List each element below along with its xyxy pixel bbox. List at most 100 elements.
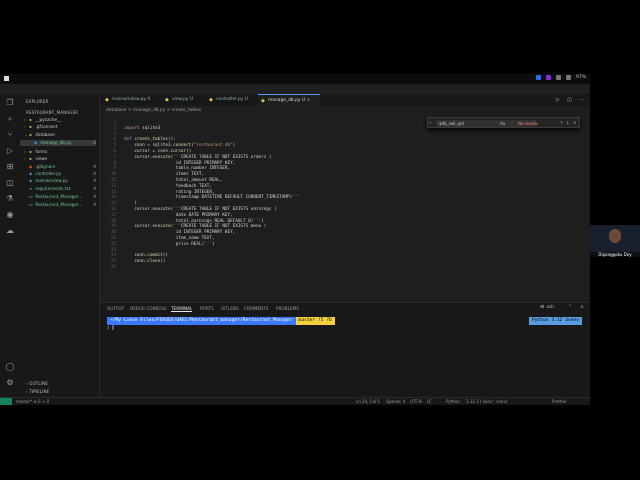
terminal-prompt: ~/My Linux Files/FOSSEE/OAEC/Restaurant_…: [107, 317, 335, 325]
code-line[interactable]: timestamp DATETIME DEFAULT CURRENT_TIMES…: [124, 195, 300, 201]
extensions-icon[interactable]: ⊞: [5, 162, 15, 172]
bottom-panel: OUTPUT DEBUG CONSOLE TERMINAL PORTS GITL…: [100, 302, 590, 397]
code-line[interactable]: conn.close(): [124, 259, 165, 265]
docker-icon[interactable]: ☁: [5, 226, 15, 236]
app-icon[interactable]: [545, 75, 551, 80]
tab-controller[interactable]: ◆ controller.py U: [206, 94, 256, 106]
code-line[interactable]: price REAL)'''): [124, 242, 215, 248]
match-case-toggle[interactable]: Aa: [500, 121, 505, 126]
status-interpreter[interactable]: 3.12.3 ('venv': venv): [466, 398, 507, 405]
tab-comments[interactable]: COMMENTS: [244, 306, 268, 311]
search-icon[interactable]: ⌕: [5, 114, 15, 124]
tree-item-active[interactable]: ◆ manage_db.py U: [20, 140, 96, 146]
file-icon: ▭: [29, 202, 33, 207]
folder-icon: ▪: [29, 156, 32, 161]
run-icon[interactable]: ▷: [556, 97, 560, 103]
file-icon: ▭: [29, 194, 33, 199]
source-control-icon[interactable]: ⑂: [5, 130, 15, 140]
status-prettier[interactable]: Prettier: [552, 398, 567, 405]
tab-view[interactable]: ◆ view.py U: [162, 94, 202, 106]
presenter-name: Dipanggoku Dey: [590, 252, 640, 257]
project-root[interactable]: RESTAURANT_MANAGER: [26, 110, 78, 115]
tab-output[interactable]: OUTPUT: [107, 306, 124, 311]
close-icon[interactable]: ×: [307, 98, 311, 103]
tab-gitlens[interactable]: GITLENS: [221, 306, 239, 311]
remote-icon[interactable]: ◫: [5, 178, 15, 188]
tab-manage-db[interactable]: ◆ manage_db.py U ×: [258, 94, 320, 106]
os-menu-icon[interactable]: [4, 76, 9, 81]
battery-level: 97%: [575, 75, 586, 80]
remote-indicator[interactable]: [0, 398, 12, 405]
status-encoding[interactable]: UTF-8: [410, 398, 422, 405]
tab-terminal[interactable]: TERMINAL: [171, 306, 193, 312]
find-result: No results: [518, 121, 539, 126]
status-bar: master* ⊗ 0 ⚠ 0 Ln 24, Col 5 Spaces: 4 U…: [0, 397, 590, 405]
status-eol[interactable]: LF: [427, 398, 432, 405]
folder-icon: ▪: [29, 117, 32, 122]
app-icon[interactable]: [535, 75, 541, 80]
gear-icon[interactable]: ⚙: [5, 378, 15, 388]
close-icon[interactable]: ×: [580, 305, 584, 310]
timeline-section[interactable]: › TIMELINE: [26, 389, 49, 394]
gitlens-icon[interactable]: ◉: [5, 210, 15, 220]
prompt-venv: Python 3.12 3venv: [528, 317, 582, 325]
status-branch[interactable]: master* ⊗ 0 ⚠ 0: [16, 398, 49, 405]
sidebar-title: EXPLORER: [26, 99, 49, 104]
tree-item[interactable]: ◆ .gitignore A: [29, 164, 96, 170]
close-icon[interactable]: ×: [573, 120, 576, 125]
new-terminal-icon[interactable]: ⊞: [540, 305, 544, 310]
tab-problems[interactable]: PROBLEMS: [276, 306, 299, 311]
presenter-avatar: [609, 229, 621, 243]
tree-item[interactable]: ▭ Restaurant_Manager... A: [29, 194, 96, 200]
python-file-icon: ◆: [105, 97, 109, 103]
status-position[interactable]: Ln 24, Col 5: [356, 398, 380, 405]
tree-item[interactable]: ⌄▪ database: [24, 132, 96, 138]
split-editor-icon[interactable]: ◫: [567, 97, 572, 103]
run-debug-icon[interactable]: ▷: [5, 146, 15, 156]
terminal-shell-name[interactable]: zsh: [546, 305, 554, 310]
webcam-overlay: Dipanggoku Dey: [590, 225, 640, 257]
tree-item[interactable]: ◆ mainwindow.py A: [29, 178, 96, 184]
tree-item[interactable]: › ▪ __pycache__: [24, 117, 96, 123]
os-top-bar: 97%: [0, 74, 590, 84]
wifi-icon[interactable]: [555, 75, 561, 80]
maximize-panel-icon[interactable]: ⌃: [568, 305, 572, 310]
tree-item[interactable]: › ▪ forms: [24, 149, 96, 155]
text-file-icon: ≡: [29, 186, 33, 191]
code-line[interactable]: import sqlite3: [124, 126, 160, 132]
arrow-up-icon[interactable]: ↑: [560, 120, 563, 125]
python-file-icon: ◆: [29, 171, 33, 176]
python-file-icon: ◆: [165, 97, 169, 103]
gitignore-icon: ◆: [29, 164, 33, 169]
explorer-icon[interactable]: ❐: [5, 98, 15, 108]
activity-bar: ❐ ⌕ ⑂ ▷ ⊞ ◫ ⚗ ◉ ☁ ◯ ⚙: [0, 94, 20, 397]
tab-ports[interactable]: PORTS: [200, 306, 214, 311]
python-file-icon: ◆: [34, 140, 38, 145]
tree-item[interactable]: ▭ Restaurant_Manager... A: [29, 202, 96, 208]
editor-tabs: ◆ mainwindow.py A ◆ view.py U ◆ controller.…: [100, 94, 590, 106]
chevron-right-icon[interactable]: ›: [430, 120, 432, 125]
account-icon[interactable]: ◯: [5, 362, 15, 372]
title-bar: [0, 84, 590, 94]
terminal-cursor-line[interactable]: ❯ ▍: [107, 326, 115, 331]
tab-mainwindow[interactable]: ◆ mainwindow.py A: [102, 94, 154, 106]
tree-item[interactable]: › ▪ .gfconnect: [24, 124, 96, 130]
tree-item[interactable]: ≡ requirements.txt A: [29, 186, 96, 192]
status-language[interactable]: Python: [446, 398, 460, 405]
tree-item[interactable]: ◆ controller.py A: [29, 171, 96, 177]
tree-item[interactable]: › ▪ views: [24, 156, 96, 162]
arrow-down-icon[interactable]: ↓: [566, 120, 569, 125]
more-icon[interactable]: ⋯: [579, 97, 584, 103]
volume-icon[interactable]: [565, 75, 571, 80]
code-editor[interactable]: 1 2 3 4 5 6 7 8 9 10 11 12 13 14 15 16 17 18 19 20 21 22 23 24 2…: [100, 116, 590, 300]
breadcrumb[interactable]: database > manage_db.py > create_tables: [100, 106, 590, 116]
folder-icon: ▪: [29, 124, 32, 129]
status-spaces[interactable]: Spaces: 4: [386, 398, 405, 405]
testing-icon[interactable]: ⚗: [5, 194, 15, 204]
line-number: 26: [110, 265, 116, 270]
outline-section[interactable]: › OUTLINE: [26, 381, 48, 386]
tab-debug-console[interactable]: DEBUG CONSOLE: [130, 306, 167, 311]
system-tray: 97%: [535, 75, 586, 80]
prompt-path: ~/My Linux Files/FOSSEE/OAEC/Restaurant_…: [107, 317, 296, 325]
python-file-icon: ◆: [29, 178, 33, 183]
